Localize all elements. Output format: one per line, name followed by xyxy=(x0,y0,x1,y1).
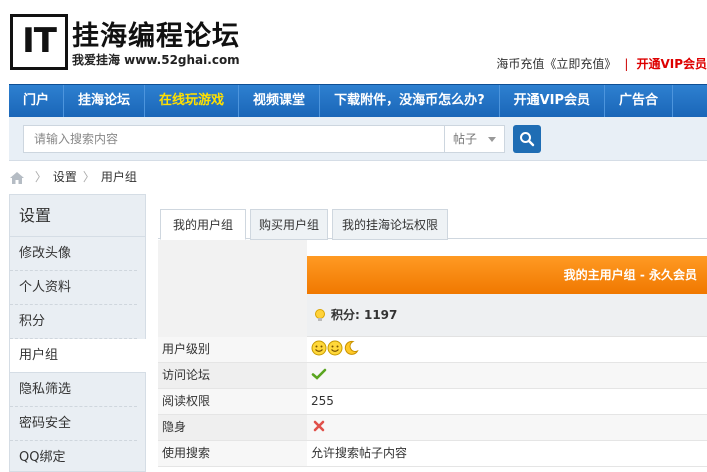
tab-forum-permissions[interactable]: 我的挂海论坛权限 xyxy=(332,209,448,240)
check-icon xyxy=(311,363,327,388)
label-column-header xyxy=(158,240,307,338)
search-icon xyxy=(520,132,535,147)
tab-buy-usergroup[interactable]: 购买用户组 xyxy=(250,209,328,240)
level-icons xyxy=(311,337,359,362)
open-vip-link[interactable]: 开通VIP会员 xyxy=(636,57,707,71)
perm-label: 阅读权限 xyxy=(158,389,307,414)
perm-row-visit: 访问论坛 xyxy=(158,363,707,389)
search-button[interactable] xyxy=(513,125,541,153)
settings-sidebar: 设置 修改头像 个人资料 积分 用户组 隐私筛选 密码安全 QQ绑定 xyxy=(9,194,146,472)
perm-row-level: 用户级别 xyxy=(158,337,707,363)
points-row: 积分: 1197 xyxy=(307,294,707,337)
breadcrumb: 〉设置〉用户组 xyxy=(9,168,137,186)
perm-row-read: 阅读权限 255 xyxy=(158,389,707,415)
search-type-select[interactable]: 帖子 xyxy=(445,125,505,153)
breadcrumb-usergroup[interactable]: 用户组 xyxy=(101,170,137,184)
search-bar: 请输入搜索内容 帖子 xyxy=(9,117,707,161)
smiley-icon xyxy=(327,340,343,356)
lightbulb-icon xyxy=(315,309,325,321)
nav-item-5[interactable]: 开通VIP会员 xyxy=(500,85,606,117)
nav-item-3[interactable]: 视频课堂 xyxy=(239,85,321,117)
smiley-icon xyxy=(311,340,327,356)
search-type-value: 帖子 xyxy=(453,132,478,146)
recharge-link[interactable]: 海币充值《立即充值》 xyxy=(496,57,616,71)
breadcrumb-separator: 〉 xyxy=(82,170,95,184)
perm-value: 允许搜索帖子内容 xyxy=(311,446,408,460)
main-usergroup-header: 我的主用户组 - 永久会员 xyxy=(307,256,707,294)
perm-label: 用户级别 xyxy=(158,337,307,362)
top-links: 海币充值《立即充值》 | 开通VIP会员 xyxy=(496,55,707,72)
tab-my-usergroup[interactable]: 我的用户组 xyxy=(160,209,246,240)
perm-row-invisible: 隐身 xyxy=(158,415,707,441)
sidebar-item-2[interactable]: 积分 xyxy=(10,305,137,339)
sidebar-title: 设置 xyxy=(10,195,145,237)
chevron-down-icon xyxy=(488,137,496,142)
nav-item-4[interactable]: 下载附件，没海币怎么办? xyxy=(320,85,500,117)
nav-item-2[interactable]: 在线玩游戏 xyxy=(145,85,240,117)
moon-icon xyxy=(344,340,359,355)
sidebar-item-0[interactable]: 修改头像 xyxy=(10,237,137,271)
usergroup-tabs: 我的用户组 购买用户组 我的挂海论坛权限 xyxy=(158,206,707,240)
divider: | xyxy=(624,57,629,71)
site-logo[interactable]: IT 挂海编程论坛 我爱挂海 www.52ghai.com xyxy=(10,14,240,70)
sidebar-item-4[interactable]: 隐私筛选 xyxy=(10,373,137,407)
perm-value: 255 xyxy=(311,394,334,408)
perm-row-search: 使用搜索 允许搜索帖子内容 xyxy=(158,441,707,467)
perm-label: 隐身 xyxy=(158,415,307,440)
search-input[interactable]: 请输入搜索内容 xyxy=(23,125,445,153)
logo-title: 挂海编程论坛 xyxy=(72,21,240,52)
nav-item-1[interactable]: 挂海论坛 xyxy=(64,85,146,117)
nav-item-0[interactable]: 门户 xyxy=(9,85,65,117)
breadcrumb-separator: 〉 xyxy=(34,170,47,184)
sidebar-item-3[interactable]: 用户组 xyxy=(10,339,146,373)
sidebar-item-1[interactable]: 个人资料 xyxy=(10,271,137,305)
sidebar-item-5[interactable]: 密码安全 xyxy=(10,407,137,441)
breadcrumb-settings[interactable]: 设置 xyxy=(53,170,77,184)
logo-mark: IT xyxy=(10,14,68,70)
perm-label: 访问论坛 xyxy=(158,363,307,388)
logo-subtitle: 我爱挂海 www.52ghai.com xyxy=(72,53,240,67)
home-icon[interactable] xyxy=(9,171,25,185)
sidebar-item-6[interactable]: QQ绑定 xyxy=(10,441,137,472)
points-value: 积分: 1197 xyxy=(331,308,398,322)
main-nav: 门户 挂海论坛 在线玩游戏 视频课堂 下载附件，没海币怎么办? 开通VIP会员 广告合 xyxy=(9,84,707,117)
perm-label: 使用搜索 xyxy=(158,441,307,466)
cross-icon xyxy=(311,415,327,440)
nav-item-6[interactable]: 广告合 xyxy=(605,85,674,117)
